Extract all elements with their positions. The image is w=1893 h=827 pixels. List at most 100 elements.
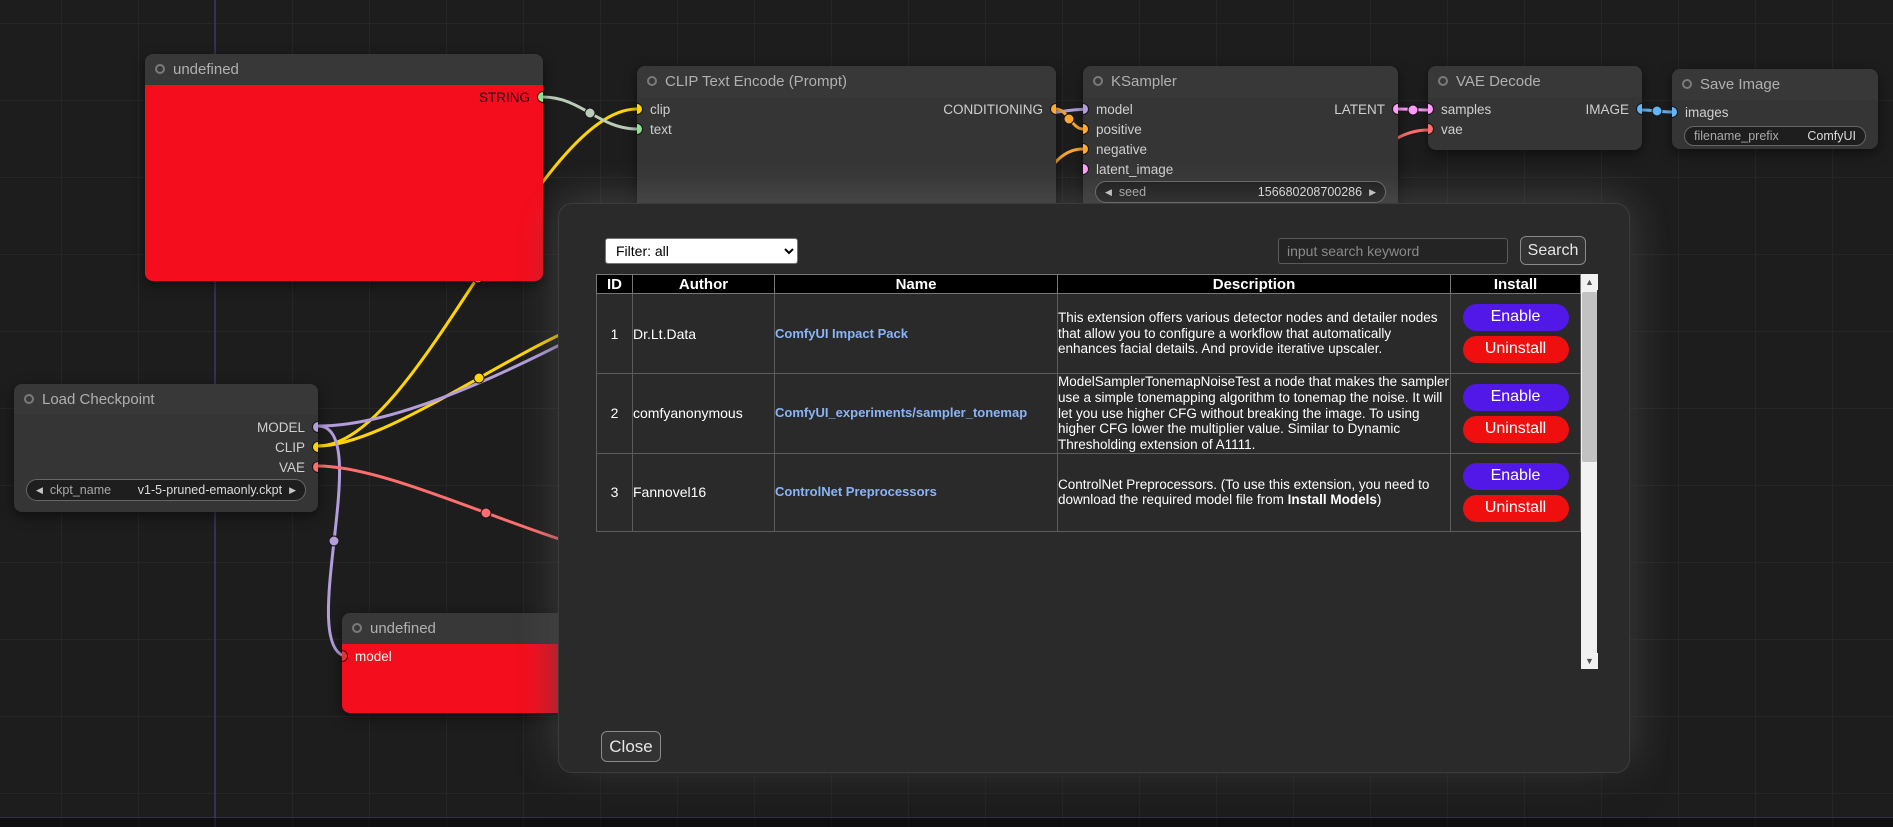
output-slot-string: STRING bbox=[145, 87, 543, 107]
uninstall-button[interactable]: Uninstall bbox=[1463, 336, 1569, 363]
prev-arrow-icon[interactable]: ◀ bbox=[36, 486, 43, 495]
node-save-image[interactable]: Save Image images filename_prefix ComfyU… bbox=[1672, 69, 1878, 149]
custom-nodes-manager-dialog: Filter: all Search ID Author Name Descri… bbox=[558, 203, 1630, 773]
collapse-dot-icon[interactable] bbox=[647, 76, 657, 86]
slot-label: positive bbox=[1096, 122, 1142, 137]
description-bold: Install Models bbox=[1288, 492, 1377, 507]
seed-widget[interactable]: ◀ seed 156680208700286 ▶ bbox=[1095, 181, 1386, 203]
input-dot-latent-image[interactable] bbox=[1083, 164, 1088, 174]
slot-label: model bbox=[1096, 102, 1133, 117]
slot-row: VAE bbox=[14, 457, 318, 477]
output-dot-string[interactable] bbox=[538, 92, 543, 102]
slot-row: images bbox=[1672, 102, 1878, 122]
slot-label: images bbox=[1685, 105, 1729, 120]
node-title-bar[interactable]: undefined bbox=[145, 54, 543, 85]
output-dot-vae[interactable] bbox=[313, 462, 318, 472]
filter-select[interactable]: Filter: all bbox=[605, 238, 798, 264]
slot-row: text bbox=[637, 119, 1056, 139]
link-midpoint-dot bbox=[585, 108, 595, 118]
table-header-row: ID Author Name Description Install bbox=[597, 275, 1581, 294]
node-vae-decode[interactable]: VAE Decode samples IMAGE vae bbox=[1428, 66, 1642, 150]
extension-link[interactable]: ComfyUI_experiments/sampler_tonemap bbox=[775, 405, 1027, 420]
node-title-bar[interactable]: VAE Decode bbox=[1428, 66, 1642, 97]
node-title-bar[interactable]: Load Checkpoint bbox=[14, 384, 318, 415]
node-body: STRING bbox=[145, 85, 543, 281]
search-button[interactable]: Search bbox=[1520, 236, 1586, 265]
input-dot-model[interactable] bbox=[1083, 104, 1088, 114]
column-header-author: Author bbox=[633, 275, 775, 294]
node-load-checkpoint[interactable]: Load Checkpoint MODEL CLIP VAE ◀ ckpt_na… bbox=[14, 384, 318, 512]
increment-arrow-icon[interactable]: ▶ bbox=[1369, 188, 1376, 197]
custom-nodes-table: ID Author Name Description Install 1 Dr.… bbox=[596, 274, 1581, 532]
node-title: Load Checkpoint bbox=[42, 391, 155, 408]
output-dot-clip[interactable] bbox=[313, 442, 318, 452]
search-input[interactable] bbox=[1278, 238, 1508, 264]
node-title-bar[interactable]: KSampler bbox=[1083, 66, 1398, 97]
node-title: KSampler bbox=[1111, 73, 1177, 90]
enable-button[interactable]: Enable bbox=[1463, 304, 1569, 331]
description-text: This extension offers various detector n… bbox=[1058, 310, 1437, 357]
input-dot-clip[interactable] bbox=[637, 104, 642, 114]
decrement-arrow-icon[interactable]: ◀ bbox=[1105, 188, 1112, 197]
collapse-dot-icon[interactable] bbox=[1682, 79, 1692, 89]
table-scrollbar[interactable]: ▲ ▼ bbox=[1581, 274, 1597, 669]
node-graph-canvas[interactable]: undefined STRING CLIP Text Encode (Promp… bbox=[0, 0, 1893, 827]
slot-label: MODEL bbox=[257, 420, 305, 435]
output-dot-conditioning[interactable] bbox=[1051, 104, 1056, 114]
node-title: undefined bbox=[370, 620, 436, 637]
slot-label: LATENT bbox=[1334, 102, 1385, 117]
output-dot-latent[interactable] bbox=[1393, 104, 1398, 114]
slot-label: VAE bbox=[279, 460, 305, 475]
cell-author: Fannovel16 bbox=[633, 453, 775, 531]
column-header-install: Install bbox=[1451, 275, 1581, 294]
link-midpoint-dot bbox=[1408, 105, 1418, 115]
filename-prefix-widget[interactable]: filename_prefix ComfyUI bbox=[1684, 126, 1866, 146]
slot-label: samples bbox=[1441, 102, 1491, 117]
cell-id: 1 bbox=[597, 294, 633, 374]
input-dot-vae[interactable] bbox=[1428, 124, 1433, 134]
input-dot-images[interactable] bbox=[1672, 107, 1677, 117]
enable-button[interactable]: Enable bbox=[1463, 384, 1569, 411]
table-row: 1 Dr.Lt.Data ComfyUI Impact Pack This ex… bbox=[597, 294, 1581, 374]
column-header-description: Description bbox=[1058, 275, 1451, 294]
input-dot-samples[interactable] bbox=[1428, 104, 1433, 114]
slot-row: MODEL bbox=[14, 417, 318, 437]
node-undefined-string[interactable]: undefined STRING bbox=[145, 54, 543, 281]
extension-link[interactable]: ComfyUI Impact Pack bbox=[775, 326, 908, 341]
collapse-dot-icon[interactable] bbox=[24, 394, 34, 404]
slot-label: STRING bbox=[479, 90, 530, 105]
slot-row: samples IMAGE bbox=[1428, 99, 1642, 119]
ckpt-name-widget[interactable]: ◀ ckpt_name v1-5-pruned-emaonly.ckpt ▶ bbox=[26, 479, 306, 501]
collapse-dot-icon[interactable] bbox=[155, 64, 165, 74]
slot-row: clip CONDITIONING bbox=[637, 99, 1056, 119]
next-arrow-icon[interactable]: ▶ bbox=[289, 486, 296, 495]
close-button[interactable]: Close bbox=[601, 731, 661, 762]
uninstall-button[interactable]: Uninstall bbox=[1463, 416, 1569, 443]
collapse-dot-icon[interactable] bbox=[352, 623, 362, 633]
output-dot-model[interactable] bbox=[313, 422, 318, 432]
collapse-dot-icon[interactable] bbox=[1438, 76, 1448, 86]
scrollbar-up-icon[interactable]: ▲ bbox=[1581, 274, 1598, 290]
node-title-bar[interactable]: CLIP Text Encode (Prompt) bbox=[637, 66, 1056, 97]
slot-row: latent_image bbox=[1083, 159, 1398, 179]
slot-label: CLIP bbox=[275, 440, 305, 455]
cell-id: 2 bbox=[597, 374, 633, 454]
node-title: VAE Decode bbox=[1456, 73, 1541, 90]
input-dot-model[interactable] bbox=[342, 651, 347, 661]
uninstall-button[interactable]: Uninstall bbox=[1463, 495, 1569, 522]
output-dot-image[interactable] bbox=[1637, 104, 1642, 114]
scrollbar-down-icon[interactable]: ▼ bbox=[1581, 653, 1598, 669]
input-dot-negative[interactable] bbox=[1083, 144, 1088, 154]
node-title-bar[interactable]: Save Image bbox=[1672, 69, 1878, 100]
input-dot-text[interactable] bbox=[637, 124, 642, 134]
slot-label: negative bbox=[1096, 142, 1147, 157]
enable-button[interactable]: Enable bbox=[1463, 463, 1569, 490]
node-title: CLIP Text Encode (Prompt) bbox=[665, 73, 847, 90]
scrollbar-thumb[interactable] bbox=[1582, 292, 1597, 462]
slot-row: positive bbox=[1083, 119, 1398, 139]
slot-row: model LATENT bbox=[1083, 99, 1398, 119]
extension-link[interactable]: ControlNet Preprocessors bbox=[775, 484, 937, 499]
input-dot-positive[interactable] bbox=[1083, 124, 1088, 134]
link-midpoint-dot bbox=[481, 508, 491, 518]
collapse-dot-icon[interactable] bbox=[1093, 76, 1103, 86]
